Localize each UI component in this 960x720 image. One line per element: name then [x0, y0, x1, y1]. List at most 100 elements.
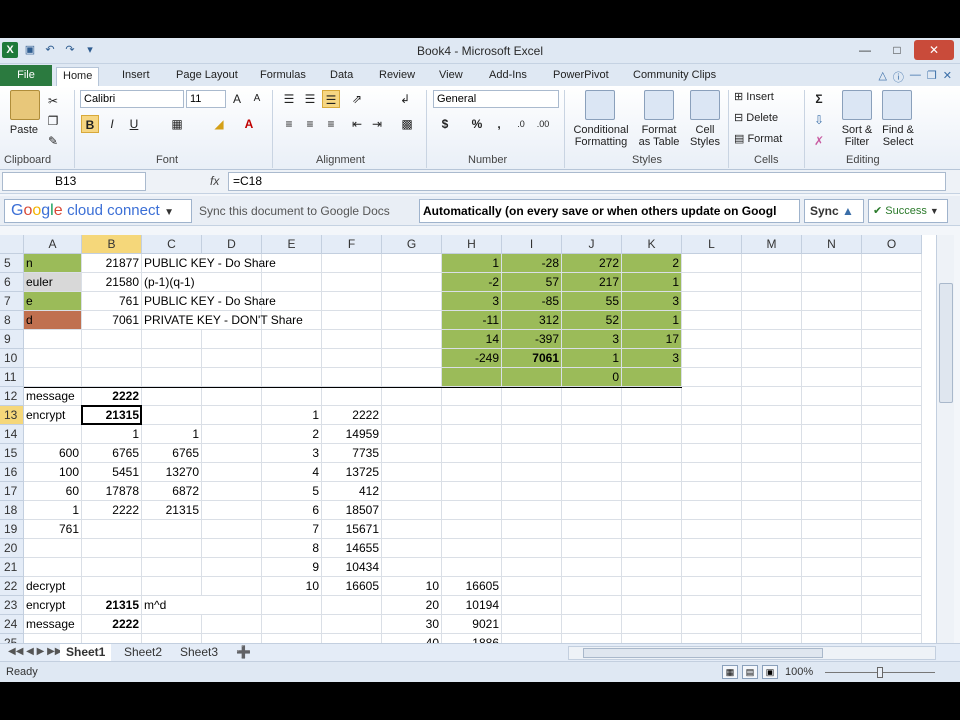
cell[interactable]: [262, 368, 322, 387]
spreadsheet-grid[interactable]: A B C D E F G H I J K L M N O 5 6 7 8 9 10 11 12 13 14 15 16 17 18 19…: [0, 235, 936, 643]
cell-h9[interactable]: 14: [442, 330, 502, 349]
cell[interactable]: [82, 520, 142, 539]
cell[interactable]: [862, 501, 922, 520]
cell[interactable]: [562, 596, 622, 615]
sheet-tab-sheet1[interactable]: Sheet1: [60, 644, 112, 661]
page-break-view-icon[interactable]: ▣: [762, 665, 778, 679]
sheet-tab-sheet2[interactable]: Sheet2: [118, 644, 168, 661]
cell[interactable]: [862, 615, 922, 634]
cell[interactable]: [24, 349, 82, 368]
cell-b7[interactable]: 761: [82, 292, 142, 311]
cell-b14[interactable]: 1: [82, 425, 142, 444]
cell-styles-button[interactable]: Cell Styles: [684, 124, 726, 148]
row-header-24[interactable]: 24: [0, 615, 24, 634]
cell-j8[interactable]: 52: [562, 311, 622, 330]
cell-h8[interactable]: -11: [442, 311, 502, 330]
cell-e17[interactable]: 5: [262, 482, 322, 501]
cell[interactable]: [442, 387, 502, 406]
cell[interactable]: [682, 539, 742, 558]
cell[interactable]: [682, 482, 742, 501]
cell-k5[interactable]: 2: [622, 254, 682, 273]
cell-k7[interactable]: 3: [622, 292, 682, 311]
cell-g23[interactable]: 20: [382, 596, 442, 615]
row-header-6[interactable]: 6: [0, 273, 24, 292]
cell[interactable]: [442, 406, 502, 425]
row-header-10[interactable]: 10: [0, 349, 24, 368]
bold-button[interactable]: B: [81, 115, 99, 133]
cell[interactable]: [862, 539, 922, 558]
cell[interactable]: [502, 463, 562, 482]
cell[interactable]: [742, 596, 802, 615]
cell[interactable]: [682, 292, 742, 311]
row-header-22[interactable]: 22: [0, 577, 24, 596]
cell-f19[interactable]: 15671: [322, 520, 382, 539]
cell[interactable]: [682, 444, 742, 463]
cell[interactable]: [802, 330, 862, 349]
cell[interactable]: [442, 520, 502, 539]
column-header-l[interactable]: L: [682, 235, 742, 254]
cell[interactable]: [142, 558, 202, 577]
cell[interactable]: [742, 311, 802, 330]
cell-e18[interactable]: 6: [262, 501, 322, 520]
cell[interactable]: [202, 444, 262, 463]
cell[interactable]: [322, 273, 382, 292]
horizontal-scroll-thumb[interactable]: [583, 648, 823, 658]
clear-icon[interactable]: ✗: [810, 132, 828, 150]
cell[interactable]: [742, 273, 802, 292]
row-header-21[interactable]: 21: [0, 558, 24, 577]
cell[interactable]: [502, 539, 562, 558]
row-header-25[interactable]: 25: [0, 634, 24, 643]
cell[interactable]: [442, 425, 502, 444]
cell[interactable]: [682, 406, 742, 425]
conditional-formatting-button[interactable]: Conditional Formatting: [568, 124, 634, 148]
cell-i6[interactable]: 57: [502, 273, 562, 292]
cell[interactable]: [742, 444, 802, 463]
cell[interactable]: [562, 520, 622, 539]
cell[interactable]: [142, 520, 202, 539]
row-header-14[interactable]: 14: [0, 425, 24, 444]
cell-a17[interactable]: 60: [24, 482, 82, 501]
format-painter-icon[interactable]: ✎: [44, 132, 62, 150]
format-as-table-button[interactable]: Format as Table: [634, 124, 684, 148]
cell[interactable]: [862, 482, 922, 501]
cell-c14[interactable]: 1: [142, 425, 202, 444]
cell[interactable]: [682, 596, 742, 615]
cell-e20[interactable]: 8: [262, 539, 322, 558]
merge-center-icon[interactable]: ▩: [398, 115, 416, 133]
delete-cells-button[interactable]: ⊟ Delete: [734, 111, 800, 124]
cell-i7[interactable]: -85: [502, 292, 562, 311]
align-top-icon[interactable]: ☰: [280, 90, 298, 108]
cell[interactable]: [502, 520, 562, 539]
cell-g25[interactable]: 40: [382, 634, 442, 643]
cell[interactable]: [562, 406, 622, 425]
sort-filter-button[interactable]: Sort & Filter: [836, 124, 878, 148]
cell[interactable]: [24, 634, 82, 643]
cell-e14[interactable]: 2: [262, 425, 322, 444]
cell[interactable]: [862, 292, 922, 311]
cell-f18[interactable]: 18507: [322, 501, 382, 520]
cell[interactable]: [682, 330, 742, 349]
column-header-h[interactable]: H: [442, 235, 502, 254]
row-header-17[interactable]: 17: [0, 482, 24, 501]
cell[interactable]: [862, 311, 922, 330]
fill-icon[interactable]: ⇩: [810, 111, 828, 129]
tab-file[interactable]: File: [0, 65, 52, 86]
cell[interactable]: [802, 539, 862, 558]
decrease-decimal-icon[interactable]: .00: [534, 115, 552, 133]
cell[interactable]: [862, 254, 922, 273]
cell[interactable]: [802, 463, 862, 482]
cell[interactable]: [802, 406, 862, 425]
vertical-scrollbar[interactable]: [936, 235, 954, 643]
cell[interactable]: [802, 425, 862, 444]
cell[interactable]: [382, 539, 442, 558]
cell[interactable]: [862, 330, 922, 349]
column-header-f[interactable]: F: [322, 235, 382, 254]
cell[interactable]: [742, 425, 802, 444]
align-left-icon[interactable]: ≡: [280, 115, 298, 133]
sync-button[interactable]: Sync ▲: [804, 199, 864, 223]
cell-c16[interactable]: 13270: [142, 463, 202, 482]
cell-f15[interactable]: 7735: [322, 444, 382, 463]
cell[interactable]: [262, 634, 322, 643]
cell[interactable]: [322, 292, 382, 311]
cell[interactable]: [382, 558, 442, 577]
